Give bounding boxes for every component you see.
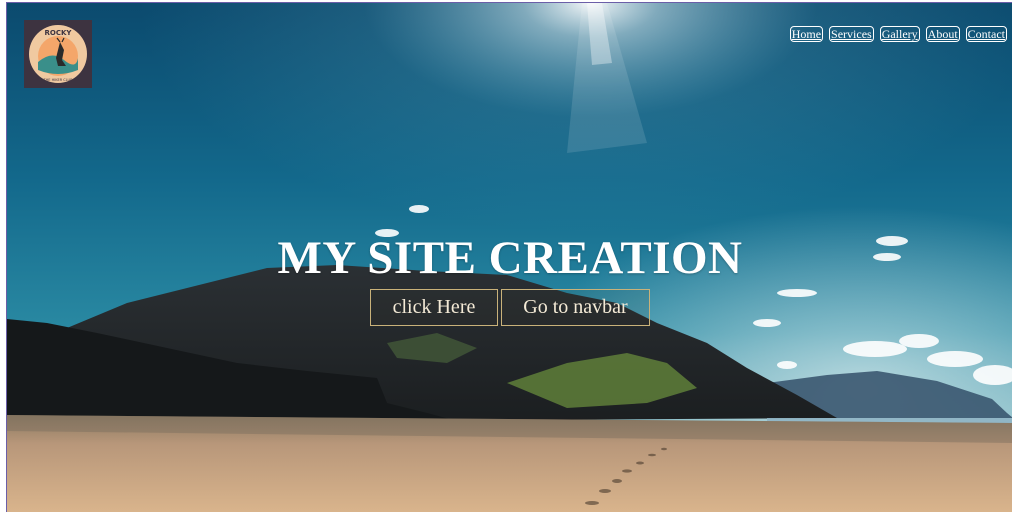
click-here-button[interactable]: click Here — [370, 289, 498, 326]
hero-buttons: click Here Go to navbar — [7, 289, 1012, 326]
nav-link-about[interactable]: About — [925, 26, 960, 42]
logo-badge-icon: ROCKY THE HIKER CLUB — [29, 25, 87, 83]
hero-title: MY SITE CREATION — [277, 232, 743, 284]
go-to-navbar-button[interactable]: Go to navbar — [501, 289, 650, 326]
navbar: Home Services Gallery About Contact — [789, 26, 1007, 42]
nav-link-contact[interactable]: Contact — [965, 26, 1007, 42]
logo-bottom-text: THE HIKER CLUB — [43, 78, 74, 82]
nav-link-gallery[interactable]: Gallery — [879, 26, 920, 42]
page-frame: ROCKY THE HIKER CLUB Home Services Galle… — [6, 2, 1012, 512]
hero-section: ROCKY THE HIKER CLUB Home Services Galle… — [7, 3, 1012, 512]
nav-link-home[interactable]: Home — [789, 26, 824, 42]
nav-link-services[interactable]: Services — [829, 26, 874, 42]
site-logo[interactable]: ROCKY THE HIKER CLUB — [24, 20, 92, 88]
logo-top-text: ROCKY — [45, 29, 73, 37]
